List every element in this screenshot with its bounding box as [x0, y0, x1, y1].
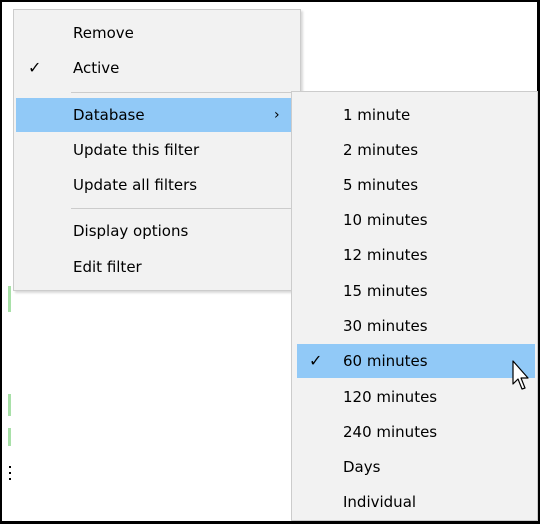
menu-item-update-this-filter[interactable]: Update this filter [16, 133, 298, 167]
submenu-item-label: 10 minutes [343, 211, 428, 229]
menu-item-edit-filter[interactable]: Edit filter [16, 250, 298, 284]
background-dot [9, 478, 11, 480]
window-border-top [0, 0, 540, 2]
submenu-item-15-minutes[interactable]: 15 minutes [297, 274, 535, 308]
menu-separator [71, 92, 298, 93]
submenu-arrow-icon: › [274, 107, 280, 123]
submenu-item-label: Days [343, 458, 381, 476]
checkmark-icon: ✓ [309, 351, 323, 370]
submenu-item-individual[interactable]: Individual [297, 485, 535, 519]
submenu-item-label: 1 minute [343, 106, 411, 124]
window-border-left [0, 0, 2, 524]
submenu-item-days[interactable]: Days [297, 450, 535, 484]
submenu-item-label: 5 minutes [343, 176, 419, 194]
submenu-item-60-minutes[interactable]: ✓ 60 minutes [297, 344, 535, 378]
submenu-item-2-minutes[interactable]: 2 minutes [297, 133, 535, 167]
submenu-item-label: 120 minutes [343, 388, 438, 406]
submenu-item-5-minutes[interactable]: 5 minutes [297, 168, 535, 202]
background-dot [9, 472, 11, 474]
submenu-item-30-minutes[interactable]: 30 minutes [297, 309, 535, 343]
submenu-item-label: 30 minutes [343, 317, 428, 335]
menu-item-display-options[interactable]: Display options [16, 214, 298, 248]
menu-item-label: Update all filters [73, 176, 198, 194]
submenu-item-240-minutes[interactable]: 240 minutes [297, 415, 535, 449]
screen: Remove ✓ Active Database › Update this f… [0, 0, 540, 524]
background-marker [8, 394, 11, 416]
background-marker [8, 428, 11, 446]
background-marker [8, 286, 11, 312]
database-submenu: 1 minute 2 minutes 5 minutes 10 minutes … [291, 91, 538, 521]
menu-item-label: Display options [73, 222, 189, 240]
menu-item-label: Database [73, 106, 145, 124]
submenu-item-label: 60 minutes [343, 352, 428, 370]
context-menu: Remove ✓ Active Database › Update this f… [13, 9, 301, 291]
menu-separator [71, 208, 298, 209]
submenu-item-label: Individual [343, 493, 417, 511]
background-dot [9, 466, 11, 468]
mouse-pointer-icon [512, 360, 529, 390]
menu-item-label: Active [73, 59, 120, 77]
submenu-item-label: 240 minutes [343, 423, 438, 441]
submenu-item-12-minutes[interactable]: 12 minutes [297, 238, 535, 272]
submenu-item-label: 12 minutes [343, 246, 428, 264]
menu-item-label: Update this filter [73, 141, 200, 159]
checkmark-icon: ✓ [28, 58, 42, 77]
submenu-item-10-minutes[interactable]: 10 minutes [297, 203, 535, 237]
menu-item-label: Edit filter [73, 258, 142, 276]
menu-item-database[interactable]: Database › [16, 98, 298, 132]
menu-item-remove[interactable]: Remove [16, 16, 298, 50]
submenu-item-1-minute[interactable]: 1 minute [297, 98, 535, 132]
menu-item-active[interactable]: ✓ Active [16, 51, 298, 85]
submenu-item-120-minutes[interactable]: 120 minutes [297, 380, 535, 414]
submenu-item-label: 15 minutes [343, 282, 428, 300]
menu-item-label: Remove [73, 24, 134, 42]
menu-item-update-all-filters[interactable]: Update all filters [16, 168, 298, 202]
submenu-item-label: 2 minutes [343, 141, 419, 159]
